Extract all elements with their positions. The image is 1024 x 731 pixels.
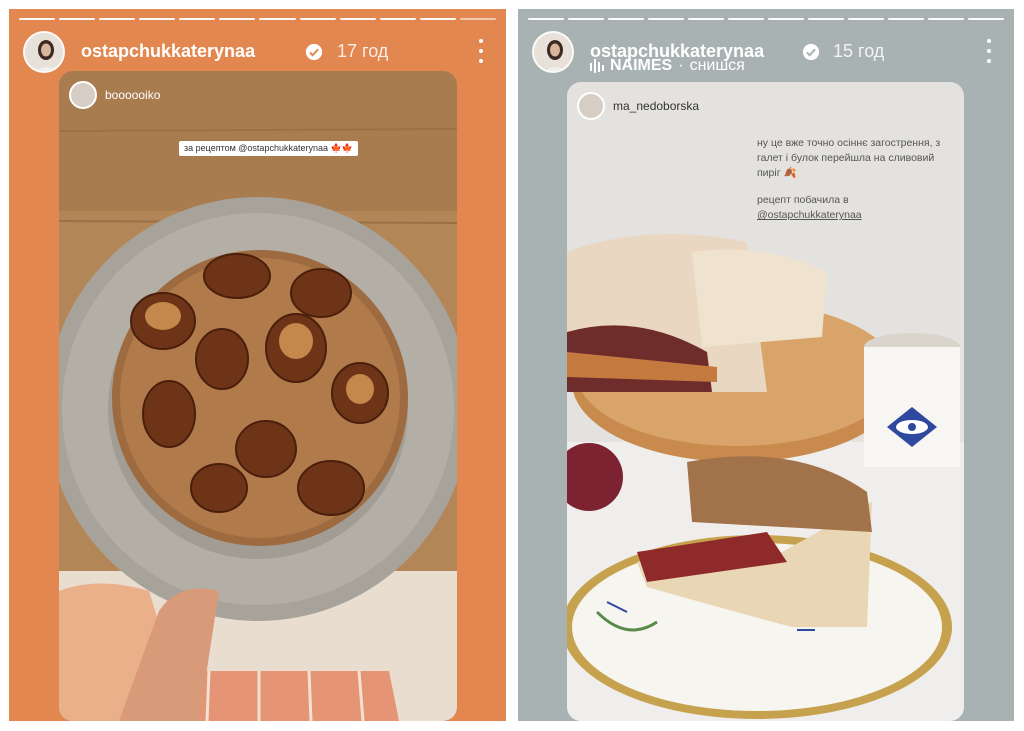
- reposted-username[interactable]: ma_nedoborska: [613, 99, 699, 113]
- verified-badge-icon: [305, 43, 323, 61]
- reposted-avatar[interactable]: [577, 92, 605, 120]
- music-artist: NAIMES: [610, 57, 673, 74]
- more-options-icon[interactable]: [478, 39, 484, 63]
- verified-badge-icon: [802, 43, 820, 61]
- recipe-mention-sticker[interactable]: за рецептом @ostapchukkaterynaa 🍁🍁: [179, 141, 358, 156]
- more-options-icon[interactable]: [986, 39, 992, 63]
- reposted-story-card[interactable]: boooooiko за рецептом @ostapchukkateryna…: [59, 71, 457, 721]
- reposted-user[interactable]: ma_nedoborska: [577, 92, 699, 120]
- post-time: 15 год: [833, 41, 885, 61]
- music-track: снишся: [689, 57, 745, 74]
- caption-mention-link[interactable]: @ostapchukkaterynaa: [757, 209, 862, 221]
- avatar[interactable]: [23, 31, 65, 73]
- reposted-user[interactable]: boooooiko: [69, 81, 160, 109]
- cake-photo: [59, 71, 457, 721]
- reposted-avatar[interactable]: [69, 81, 97, 109]
- story-right[interactable]: ostapchukkaterynaa 15 год NAIMES · снишс…: [518, 9, 1014, 721]
- repost-caption: ну це вже точно осіннє загострення, з га…: [757, 136, 947, 223]
- music-separator: ·: [678, 57, 684, 74]
- progress-bar: [19, 18, 496, 20]
- reposted-username[interactable]: boooooiko: [105, 88, 160, 102]
- post-time: 17 год: [337, 41, 389, 61]
- username[interactable]: ostapchukkaterynaa: [81, 41, 255, 62]
- story-header: ostapchukkaterynaa 17 год: [23, 31, 492, 75]
- reposted-story-card[interactable]: ma_nedoborska ну це вже точно осіннє заг…: [567, 82, 964, 721]
- music-attribution[interactable]: NAIMES · снишся: [590, 57, 745, 75]
- story-left[interactable]: ostapchukkaterynaa 17 год boooooiko за р…: [9, 9, 506, 721]
- avatar[interactable]: [532, 31, 574, 73]
- progress-bar: [528, 18, 1004, 20]
- caption-text: ну це вже точно осіннє загострення, з га…: [757, 137, 941, 179]
- audio-bars-icon: [590, 59, 604, 73]
- caption-recipe-source: рецепт побачила в: [757, 194, 849, 206]
